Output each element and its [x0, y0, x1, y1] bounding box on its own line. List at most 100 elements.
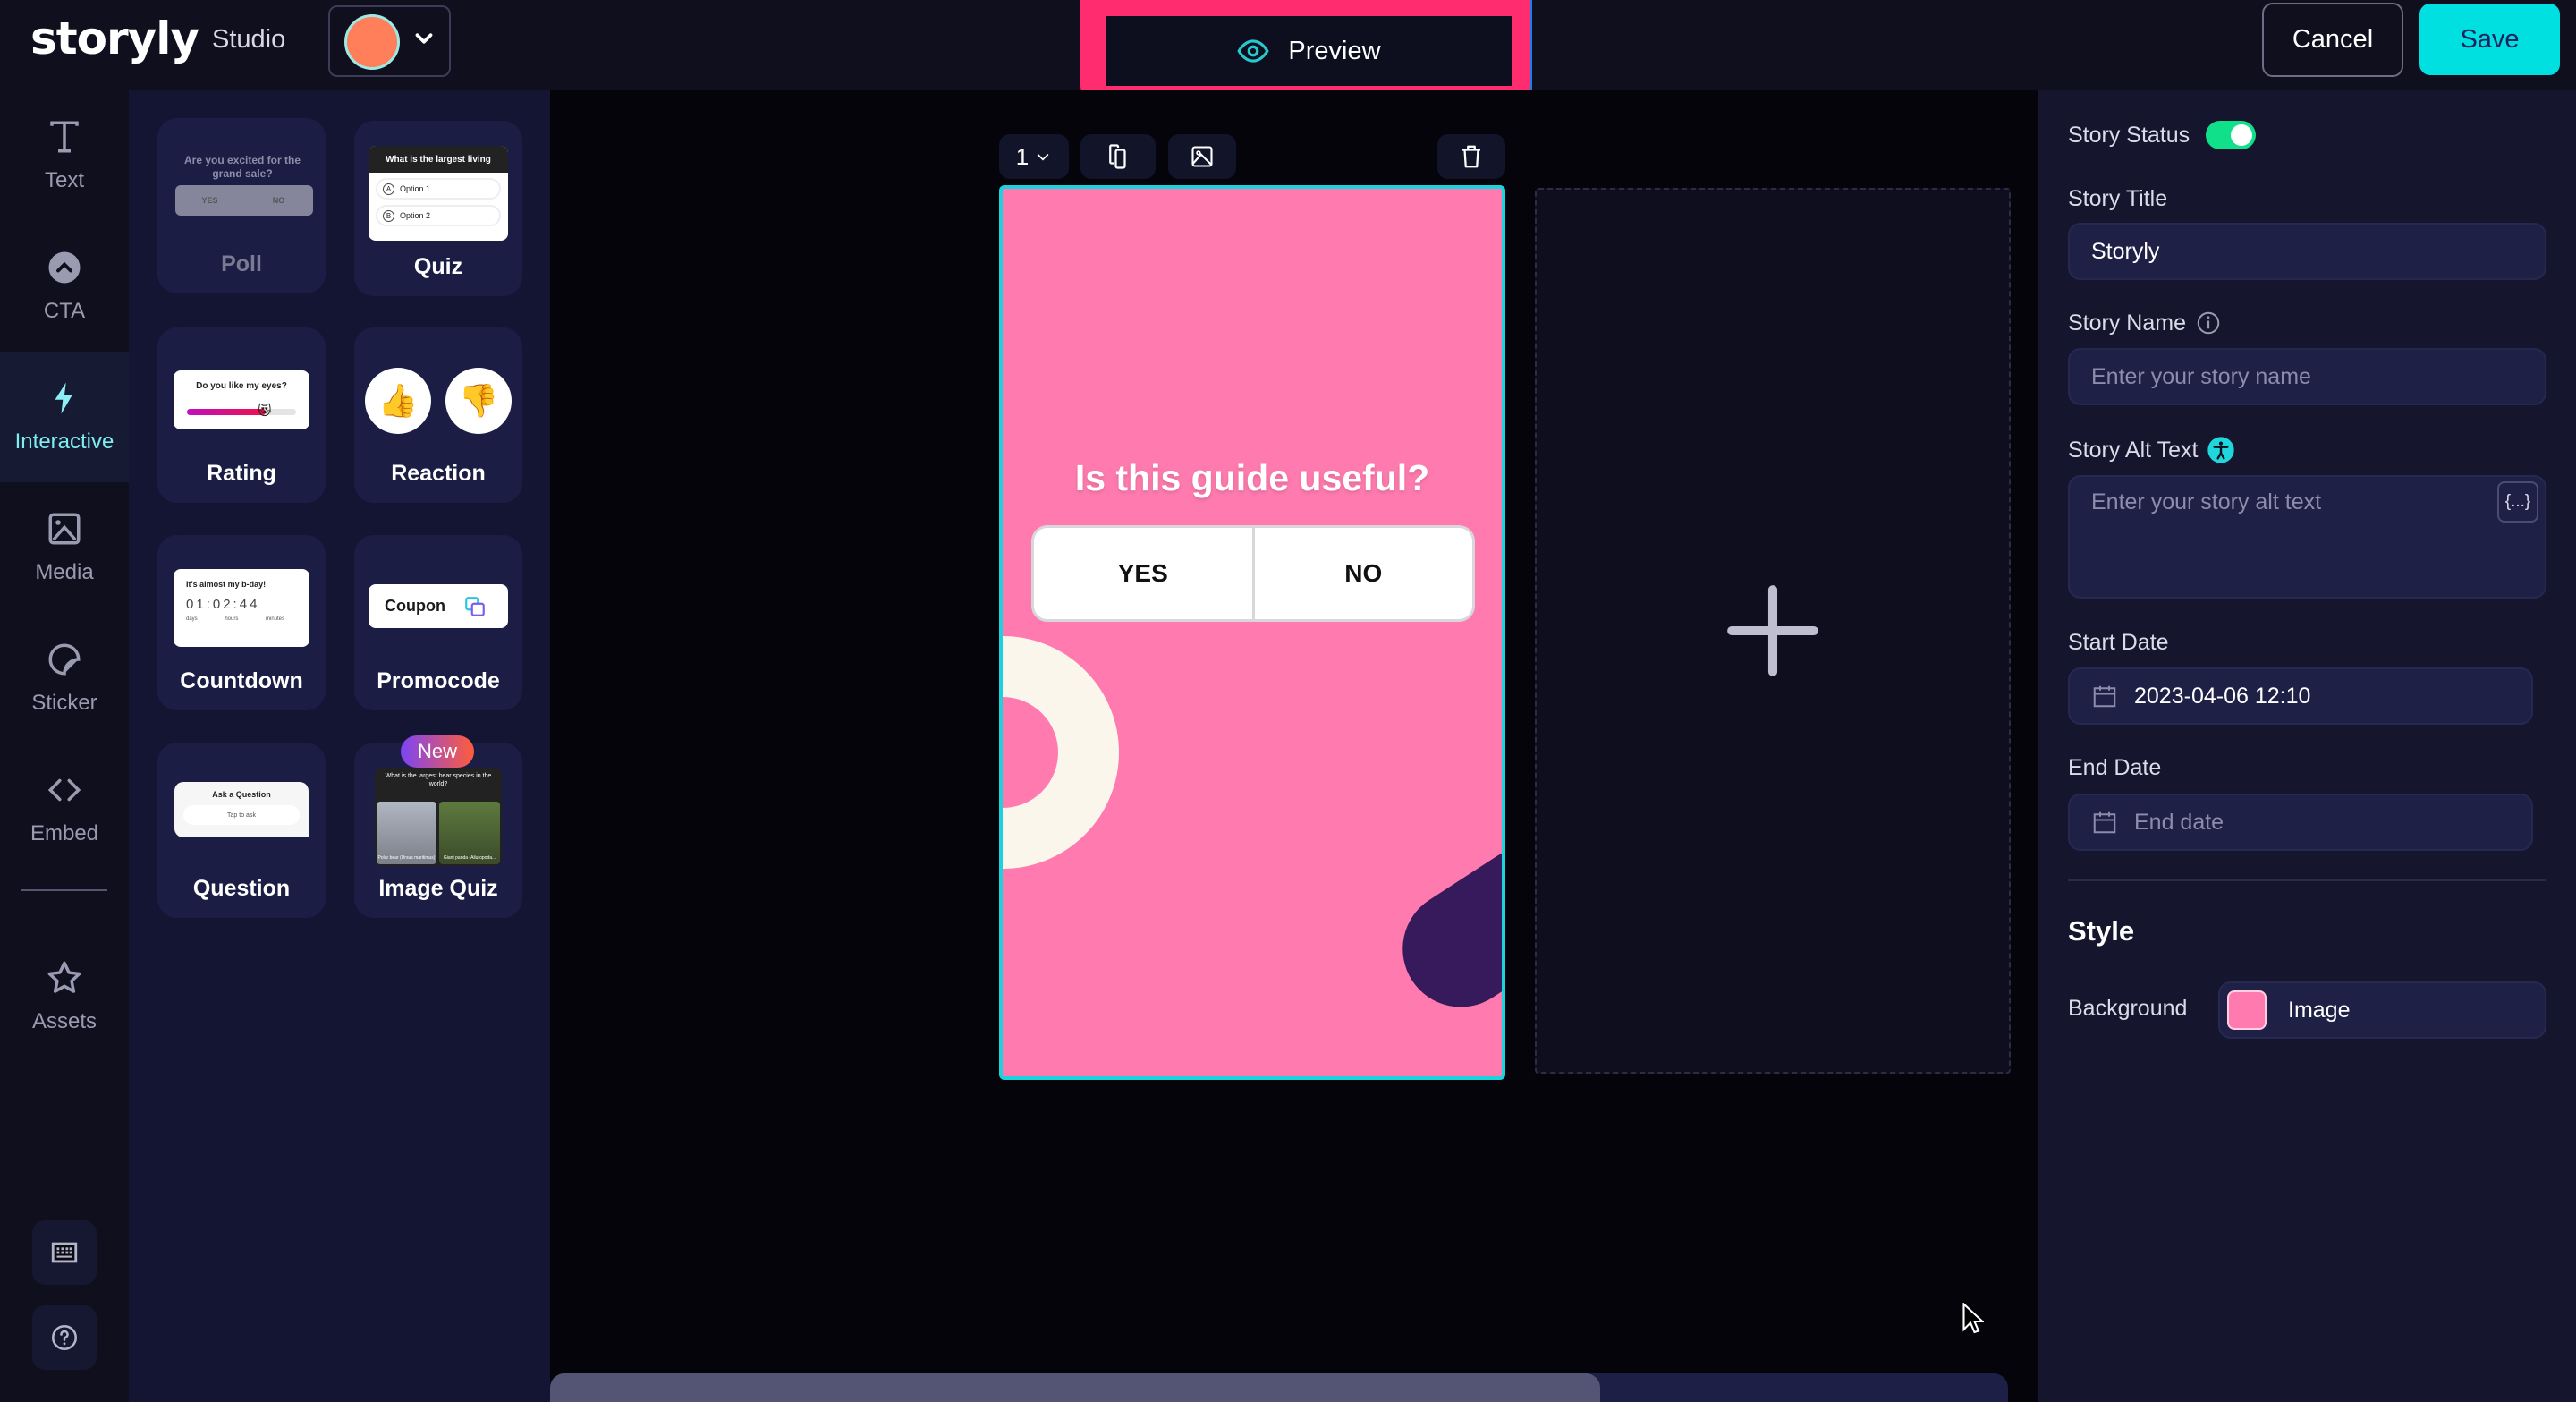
cancel-button[interactable]: Cancel: [2262, 3, 2403, 77]
story-name-input[interactable]: Enter your story name: [2068, 348, 2546, 405]
widget-image-quiz[interactable]: New What is the largest bear species in …: [354, 735, 522, 918]
page-selector[interactable]: 1: [999, 134, 1069, 179]
widget-promocode[interactable]: Coupon Promocode: [354, 535, 522, 710]
nav-divider: [21, 889, 107, 891]
nav-item-interactive[interactable]: Interactive: [0, 352, 129, 482]
calendar-icon: [2093, 811, 2116, 834]
story-question[interactable]: Is this guide useful?: [1003, 457, 1502, 499]
widget-label: Rating: [207, 461, 276, 486]
widget-poll[interactable]: Are you excited for the grand sale? YES …: [157, 118, 326, 293]
poll-option-no[interactable]: NO: [1255, 528, 1473, 619]
nav-label: Text: [44, 168, 84, 192]
question-thumb-input: Tap to ask: [183, 805, 300, 825]
top-bar: storyly Studio Preview Cancel Save: [0, 0, 2576, 111]
background-label: Background: [2068, 996, 2188, 1021]
widget-countdown[interactable]: It's almost my b-day! 01: 02: 44 days hou…: [157, 535, 326, 710]
studio-label: Studio: [212, 25, 286, 54]
widget-quiz[interactable]: What is the largest living A Option 1 B Op…: [354, 121, 522, 296]
end-date-input[interactable]: End date: [2068, 794, 2533, 851]
end-date-placeholder: End date: [2134, 809, 2224, 835]
story-poll[interactable]: YES NO: [1031, 525, 1475, 622]
trash-icon: [1462, 145, 1480, 168]
nav-item-cta[interactable]: CTA: [0, 221, 129, 352]
background-value: Image: [2288, 997, 2351, 1023]
scrollbar-thumb[interactable]: [550, 1373, 1600, 1402]
rating-slider-fill: [187, 409, 266, 415]
poll-thumb-yes: YES: [201, 196, 218, 205]
widget-rating[interactable]: Do you like my eyes? 😻 Rating: [157, 327, 326, 503]
star-icon: [47, 961, 81, 993]
nav-item-embed[interactable]: Embed: [0, 743, 129, 874]
start-date-label: Start Date: [2068, 630, 2169, 655]
keyboard-shortcuts-button[interactable]: [32, 1220, 97, 1285]
background-swatch: [2227, 990, 2267, 1030]
start-date-value: 2023-04-06 12:10: [2134, 683, 2311, 709]
code-icon: [47, 778, 81, 802]
story-status-toggle[interactable]: [2206, 121, 2257, 149]
interactive-widgets-panel: Are you excited for the grand sale? YES …: [129, 90, 550, 1402]
nav-label: CTA: [43, 299, 86, 323]
poll-thumb: YES NO: [175, 185, 313, 216]
nav-item-text[interactable]: Text: [0, 90, 129, 221]
start-date-input[interactable]: 2023-04-06 12:10: [2068, 667, 2533, 725]
nav-label: Embed: [30, 821, 99, 845]
story-page[interactable]: Is this guide useful? YES NO: [999, 185, 1505, 1080]
story-alt-label-row: Story Alt Text: [2068, 436, 2235, 464]
countdown-thumb-title: It's almost my b-day!: [186, 580, 267, 589]
style-section-title: Style: [2068, 915, 2135, 947]
account-dropdown[interactable]: [328, 5, 451, 77]
preview-button[interactable]: Preview: [1106, 16, 1512, 86]
add-page-button[interactable]: [1535, 188, 2011, 1074]
image-icon: [1191, 146, 1213, 167]
left-navigation: Text CTA Interactive Media Sticker Embed…: [0, 90, 129, 1402]
countdown-units: days hours minutes: [186, 616, 284, 622]
info-icon[interactable]: [2195, 310, 2222, 336]
widget-label: Promocode: [377, 668, 500, 693]
page-background-button[interactable]: [1168, 134, 1236, 179]
calendar-icon: [2093, 685, 2116, 708]
nav-item-assets[interactable]: Assets: [0, 931, 129, 1062]
plus-icon: [1727, 585, 1818, 676]
coupon-code: Coupon: [385, 597, 445, 615]
question-thumb-title: Ask a Question: [212, 790, 271, 799]
poll-thumb-question: Are you excited for the grand sale?: [183, 154, 301, 180]
story-title-input[interactable]: Storyly: [2068, 223, 2546, 280]
help-button[interactable]: [32, 1305, 97, 1370]
blob-shape[interactable]: [1380, 824, 1502, 1030]
end-date-label: End Date: [2068, 755, 2162, 780]
quiz-thumb-question: What is the largest living: [369, 146, 508, 173]
save-button[interactable]: Save: [2419, 4, 2560, 75]
story-status-label: Story Status: [2068, 122, 2190, 148]
delete-page-button[interactable]: [1437, 134, 1505, 179]
accessibility-icon: [2207, 437, 2235, 463]
coupon-thumb: Coupon: [369, 584, 508, 628]
story-alt-textarea[interactable]: Enter your story alt text: [2068, 475, 2546, 599]
nav-label: Interactive: [14, 429, 114, 454]
widget-reaction[interactable]: 👍 👎 Reaction: [354, 327, 522, 503]
keyboard-icon: [51, 1242, 78, 1263]
storyly-logo[interactable]: storyly: [30, 13, 199, 64]
nav-label: Assets: [31, 1009, 97, 1033]
chevron-up-circle-icon: [48, 251, 80, 284]
story-name-label-row: Story Name: [2068, 310, 2222, 336]
quiz-thumb: What is the largest living A Option 1 B Op…: [369, 146, 508, 241]
background-selector[interactable]: Image: [2218, 981, 2546, 1039]
poll-option-yes[interactable]: YES: [1034, 528, 1252, 619]
question-thumb: Ask a Question Tap to ask: [174, 782, 309, 837]
rating-thumb-question: Do you like my eyes?: [196, 381, 287, 391]
duplicate-page-button[interactable]: [1080, 134, 1156, 179]
lightning-icon: [55, 382, 72, 414]
widget-label: Image Quiz: [378, 876, 498, 901]
nav-label: Media: [35, 560, 94, 584]
story-settings-panel: Story Status Story Title Storyly Story N…: [2038, 90, 2576, 1402]
quiz-thumb-option: A Option 1: [376, 178, 501, 200]
ring-shape[interactable]: [1003, 636, 1119, 869]
countdown-thumb: It's almost my b-day! 01: 02: 44 days hou…: [174, 569, 309, 647]
insert-variable-button[interactable]: {...}: [2497, 481, 2538, 523]
duplicate-icon: [1109, 144, 1126, 169]
nav-item-sticker[interactable]: Sticker: [0, 613, 129, 743]
page-number: 1: [1015, 142, 1030, 170]
nav-item-media[interactable]: Media: [0, 482, 129, 613]
eye-icon: [1237, 39, 1270, 63]
widget-question[interactable]: Ask a Question Tap to ask Question: [157, 743, 326, 918]
